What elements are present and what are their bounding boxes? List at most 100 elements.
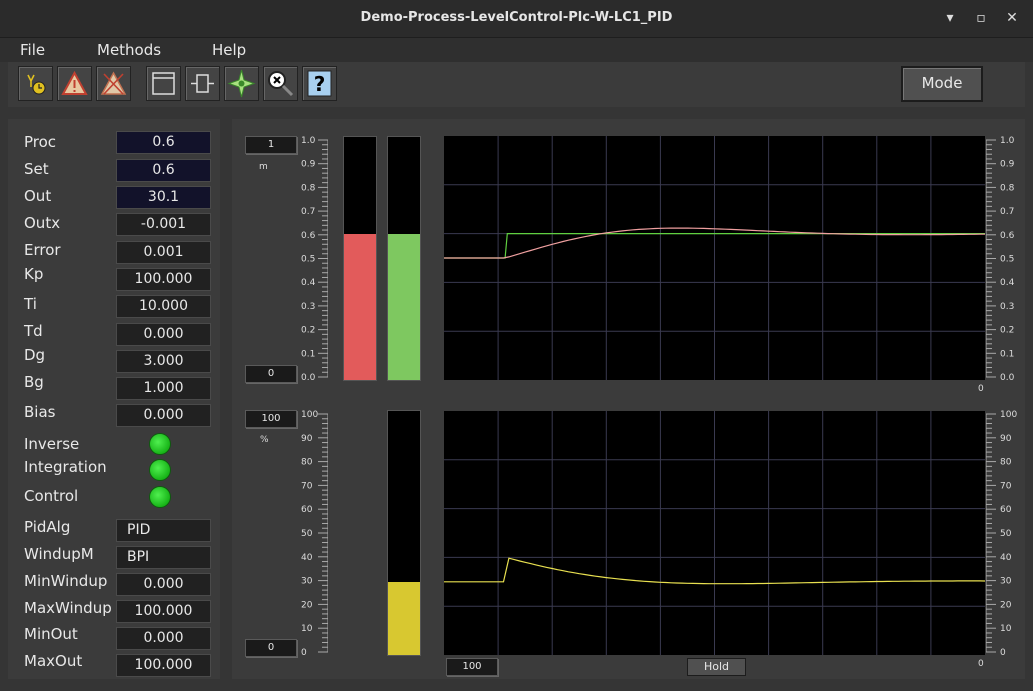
bias-value[interactable]: 0.000 [116,404,211,427]
alarm-icon [61,70,88,95]
bottom-left-scale-label: 10 [301,624,313,634]
bottom-right-scale-label: 20 [1000,600,1012,610]
menu-help[interactable]: Help [212,41,246,59]
output-trend-grid [444,411,985,655]
td-label: Td [24,322,43,340]
proc-value: 0.6 [116,131,211,154]
maxout-value[interactable]: 100.000 [116,654,211,677]
bottom-range-max[interactable]: 100 [245,410,297,428]
kp-label: Kp [24,265,44,283]
integration-indicator[interactable] [149,459,171,481]
outx-value: -0.001 [116,213,211,236]
minimize-icon[interactable]: ▾ [940,8,960,28]
windupm-value[interactable]: BPI [116,546,211,569]
windupm-label: WindupM [24,545,94,563]
minout-label: MinOut [24,625,78,643]
bottom-right-scale-label: 90 [1000,434,1012,444]
pidalg-value[interactable]: PID [116,519,211,542]
set-value[interactable]: 0.6 [116,159,211,182]
block-alarm-button[interactable] [96,66,131,101]
bottom-unit-label: % [260,435,269,445]
bottom-time-zero-label: 0 [978,659,984,669]
inverse-label: Inverse [24,435,80,453]
hold-button[interactable]: Hold [687,658,746,676]
object-button[interactable] [146,66,181,101]
ti-value[interactable]: 10.000 [116,295,211,318]
out-bar-fill [388,581,420,655]
out-value[interactable]: 30.1 [116,186,211,209]
maxwindup-label: MaxWindup [24,599,112,617]
bg-value[interactable]: 1.000 [116,377,211,400]
top-left-scale-label: 0.5 [301,255,315,265]
zoom-reset-button[interactable] [263,66,298,101]
maximize-icon[interactable]: ▫ [971,8,991,28]
maxout-label: MaxOut [24,652,83,670]
open-icon [227,69,256,98]
bottom-left-scale-label: 20 [301,600,313,610]
menu-bar: File Methods Help [0,38,1033,62]
top-right-scale-label: 0.6 [1000,231,1015,241]
top-right-scale-label: 0.2 [1000,326,1014,336]
trend-panel: 1 m 0 0.0 0.1 0.2 0.3 0.4 0.5 0.6 0.7 0.8 0.9 1.0 … [232,119,1025,679]
bias-label: Bias [24,403,56,421]
output-trend-plot [444,411,985,655]
mode-button[interactable]: Mode [901,66,983,102]
top-left-scale-label: 0.6 [301,231,316,241]
menu-methods[interactable]: Methods [97,41,161,59]
inverse-indicator[interactable] [149,433,171,455]
top-unit-label: m [259,162,268,172]
help-icon: ? [307,70,332,97]
parameter-panel: Proc 0.6 Set 0.6 Out 30.1 Outx -0.001 Er… [8,119,220,679]
minout-value[interactable]: 0.000 [116,627,211,650]
bottom-left-scale-label: 50 [301,529,313,539]
time-range-box[interactable]: 100 [446,658,498,676]
td-value[interactable]: 0.000 [116,323,211,346]
bottom-left-scale-label: 90 [301,434,313,444]
top-left-scale: 0.0 0.1 0.2 0.3 0.4 0.5 0.6 0.7 0.8 0.9 1.0 [301,136,328,381]
bottom-right-scale-label: 60 [1000,505,1012,515]
bottom-right-scale-label: 80 [1000,458,1012,468]
out-label: Out [24,187,52,205]
minwindup-label: MinWindup [24,572,108,590]
graph-icon [27,74,46,95]
alarm-button[interactable] [57,66,92,101]
top-range-max[interactable]: 1 [245,136,297,154]
bottom-left-scale-label: 40 [301,553,313,563]
top-left-scale-label: 0.3 [301,302,315,312]
help-button[interactable]: ? [302,66,337,101]
set-bar [387,136,421,381]
bottom-left-scale-label: 0 [301,648,307,656]
top-right-scale-label: 0.5 [1000,255,1014,265]
control-indicator[interactable] [149,486,171,508]
object-icon [152,72,175,95]
top-right-scale-label: 0.7 [1000,207,1014,217]
top-left-scale-label: 0.7 [301,207,315,217]
top-right-scale-label: 0.3 [1000,302,1014,312]
top-right-scale-label: 0.9 [1000,160,1015,170]
graph-button[interactable] [18,66,53,101]
top-left-scale-label: 0.1 [301,349,315,359]
crossref-button[interactable] [185,66,220,101]
top-left-scale-label: 0.8 [301,183,316,193]
maxwindup-value[interactable]: 100.000 [116,600,211,623]
top-right-scale-label: 0.0 [1000,373,1015,381]
minwindup-value[interactable]: 0.000 [116,573,211,596]
pidalg-label: PidAlg [24,518,71,536]
open-button[interactable] [224,66,259,101]
dg-value[interactable]: 3.000 [116,350,211,373]
error-label: Error [24,241,61,259]
integration-label: Integration [24,458,107,476]
error-value: 0.001 [116,241,211,264]
top-range-min[interactable]: 0 [245,365,297,383]
top-right-scale-label: 0.4 [1000,278,1015,288]
proc-bar [343,136,377,381]
outx-label: Outx [24,214,61,232]
top-left-scale-label: 0.4 [301,278,316,288]
pid-object-graph-window: Demo-Process-LevelControl-Plc-W-LC1_PID … [0,0,1033,691]
close-icon[interactable]: ✕ [1002,8,1022,28]
kp-value[interactable]: 100.000 [116,268,211,291]
menu-file[interactable]: File [20,41,45,59]
bottom-left-scale-label: 70 [301,481,313,491]
bottom-left-scale: 0 10 20 30 40 50 60 70 80 90 100 [301,410,328,656]
bottom-range-min[interactable]: 0 [245,639,297,657]
